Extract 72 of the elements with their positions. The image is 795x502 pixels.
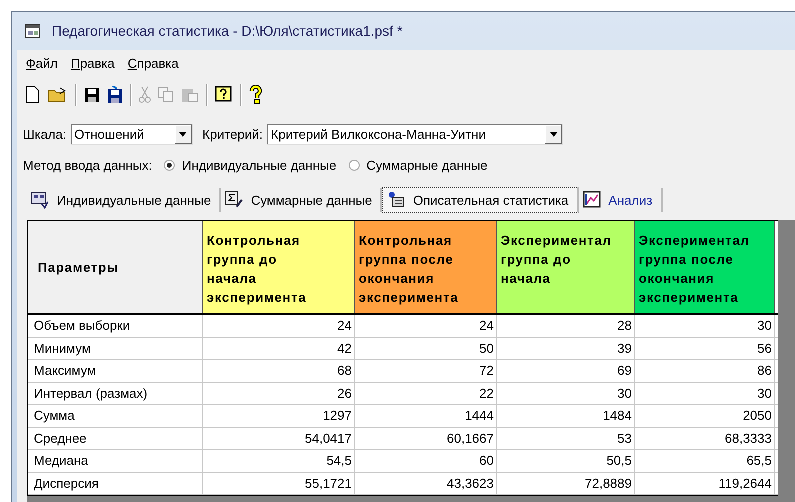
app-icon [25,23,41,39]
table-cell: 60 [355,450,497,472]
table-cell: 119,2644 [635,472,775,494]
sigma-icon [225,191,244,209]
table-cell: Максимум [28,360,203,382]
help-icon[interactable] [215,86,233,104]
table-cell: 60,1667 [355,428,497,449]
table-cell: 50 [355,338,497,359]
table-cell: 43,3623 [355,472,497,494]
column-header: Экспериментал группа до начала [497,221,635,313]
table-cell: 1444 [355,405,497,426]
column-header: Контрольная группа до начала эксперимента [203,221,355,313]
tab[interactable]: Анализ [578,188,663,212]
column-header: Контрольная группа после окончания эксперимента [355,221,497,313]
table-cell: 30 [635,315,775,336]
input-method-label: Метод ввода данных: [23,158,152,172]
table-cell: 30 [635,382,775,404]
table-cell: Медиана [28,450,203,472]
radio-button[interactable] [348,160,360,170]
form-icon [31,191,49,209]
chart-window-icon [582,191,601,209]
table-cell: 26 [203,382,355,404]
table-cell: 1297 [203,405,355,426]
criterion-dropdown[interactable]: Критерий Вилкоксона-Манна-Уитни [267,124,564,144]
table-cell: 72,8889 [497,472,635,494]
radio-label[interactable]: Индивидуальные данные [182,158,337,172]
column-header: Экспериментал группа после окончания эксперимента [635,221,775,313]
table-cell: Объем выборки [28,315,203,336]
table-cell: 39 [497,338,635,359]
table-cell: 53 [497,428,635,449]
dropdown-arrow-icon [550,132,558,136]
tab[interactable]: Индивидуальные данные [27,188,222,212]
document-person-icon [387,191,406,209]
table-cell: Сумма [28,405,203,426]
menu-item[interactable]: Файл [26,56,58,70]
window-title: Педагогическая статистика - D:\Юля\статистика1.psf * [52,23,403,39]
table-cell: 68,3333 [635,428,775,449]
table-cell: 24 [355,315,497,336]
menu-item[interactable]: Справка [128,56,179,70]
table-cell: 30 [497,382,635,404]
table-cell: Среднее [28,428,203,449]
table-cell: 54,0417 [203,428,355,449]
folder-icon[interactable] [48,87,68,103]
table-cell: 69 [497,360,635,382]
table-cell: Дисперсия [28,472,203,494]
new-file-icon[interactable] [25,86,41,104]
table-cell: 28 [497,315,635,336]
table-cell: 72 [355,360,497,382]
criterion-label: Критерий: [202,126,264,142]
dropdown-arrow-icon [179,132,188,136]
tab[interactable]: Описательная статистика [382,187,579,213]
menu-item[interactable]: Правка [70,56,115,70]
radio-button[interactable] [164,160,176,170]
table-cell: 50,5 [497,450,635,472]
radio-label[interactable]: Суммарные данные [366,158,488,172]
table-cell: 65,5 [635,450,775,472]
table-cell: 54,5 [203,450,355,472]
table-cell: 42 [203,338,355,359]
table-cell: 24 [203,315,355,336]
scale-label: Шкала: [23,126,67,142]
question-mark-icon[interactable] [249,85,263,105]
table-cell: 55,1721 [203,472,355,494]
table-cell: 68 [203,360,355,382]
column-header: Параметры [28,221,203,313]
table-cell: Интервал (размах) [28,382,203,404]
table-cell: 86 [635,360,775,382]
table-cell: Минимум [28,338,203,359]
table-cell: 56 [635,338,775,359]
table-cell: 2050 [635,405,775,426]
scale-dropdown[interactable]: Отношений [70,124,193,144]
table-cell: 22 [355,382,497,404]
table-cell: 1484 [497,405,635,426]
